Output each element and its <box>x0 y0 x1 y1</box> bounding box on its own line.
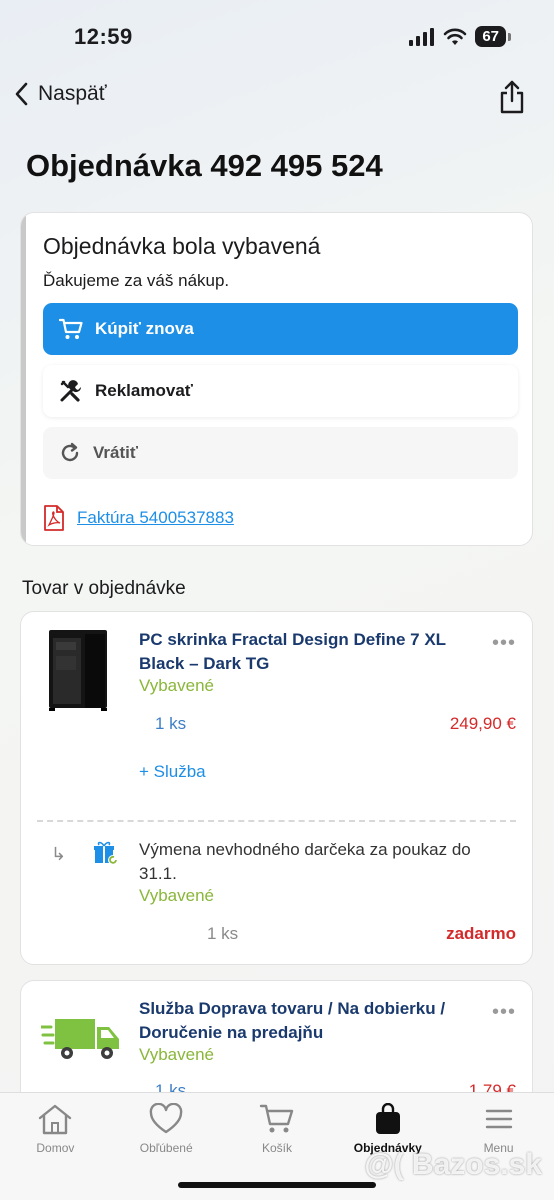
heart-icon <box>149 1103 183 1134</box>
order-item-card: PC skrinka Fractal Design Define 7 XL Bl… <box>20 611 533 965</box>
product-price: 249,90 € <box>449 714 516 733</box>
refresh-icon <box>61 442 79 462</box>
tab-menu[interactable]: Menu <box>443 1093 554 1200</box>
status-heading: Objednávka bola vybavená <box>43 233 321 259</box>
invoice-row: Faktúra 5400537883 <box>43 505 234 531</box>
product-status: Vybavené <box>139 1045 214 1064</box>
status-time: 12:59 <box>74 24 133 49</box>
tab-label: Domov <box>36 1141 75 1155</box>
order-status-card: Objednávka bola vybavená Ďakujeme za váš… <box>20 212 533 546</box>
home-icon <box>39 1104 72 1135</box>
menu-icon <box>485 1109 512 1129</box>
claim-label: Reklamovať <box>95 381 193 400</box>
watermark: @( Bazos.sk <box>364 1148 542 1181</box>
product-quantity: 1 ks <box>155 714 187 733</box>
status-subtitle: Ďakujeme za váš nákup. <box>43 271 230 290</box>
status-icons: 67 <box>409 26 511 47</box>
invoice-link[interactable]: Faktúra 5400537883 <box>77 508 234 528</box>
pdf-icon <box>44 505 64 531</box>
bag-icon <box>375 1103 400 1134</box>
tab-label: Košík <box>261 1141 292 1155</box>
buy-again-button[interactable]: Kúpiť znova <box>43 303 518 355</box>
section-title: Tovar v objednávke <box>22 578 186 599</box>
wifi-icon <box>444 28 467 45</box>
sub-item-name: Výmena nevhodného darčeka za poukaz do 3… <box>139 840 471 883</box>
cart-icon <box>259 1104 294 1133</box>
return-button[interactable]: Vrátiť <box>43 427 518 479</box>
gift-exchange-icon <box>94 841 118 865</box>
battery-indicator: 67 <box>475 26 511 47</box>
back-label: Naspäť <box>38 82 107 105</box>
cart-icon <box>59 318 83 339</box>
delivery-truck-image <box>41 1019 119 1059</box>
product-status: Vybavené <box>139 676 214 695</box>
product-name[interactable]: PC skrinka Fractal Design Define 7 XL Bl… <box>139 628 479 676</box>
claim-button[interactable]: Reklamovať <box>43 365 518 417</box>
product-name[interactable]: Služba Doprava tovaru / Na dobierku / Do… <box>139 997 479 1045</box>
sub-item-arrow-icon: ↳ <box>51 844 67 864</box>
pc-case-image <box>49 630 107 711</box>
nav-bar: Naspäť <box>0 78 554 122</box>
share-icon <box>500 80 524 114</box>
status-bar: 12:59 67 <box>0 0 554 70</box>
add-service-link[interactable]: + Služba <box>139 762 206 782</box>
sub-item-quantity: 1 ks <box>207 924 239 943</box>
back-button[interactable]: Naspäť <box>14 82 107 106</box>
signal-icon <box>409 27 435 46</box>
tools-icon <box>60 380 81 402</box>
buy-again-label: Kúpiť znova <box>95 319 194 338</box>
tab-home[interactable]: Domov <box>0 1093 111 1200</box>
return-label: Vrátiť <box>93 443 138 462</box>
more-options-button[interactable]: ••• <box>492 632 516 655</box>
divider <box>37 820 516 822</box>
page-title: Objednávka 492 495 524 <box>26 148 383 183</box>
sub-item-status: Vybavené <box>139 886 214 905</box>
chevron-left-icon <box>15 82 28 106</box>
order-item-card: Služba Doprava tovaru / Na dobierku / Do… <box>20 980 533 1110</box>
sub-item-price: zadarmo <box>446 924 516 943</box>
home-indicator <box>178 1182 376 1188</box>
more-options-button[interactable]: ••• <box>492 1001 516 1024</box>
tab-label: Obľúbené <box>139 1141 193 1155</box>
share-button[interactable] <box>498 80 526 119</box>
